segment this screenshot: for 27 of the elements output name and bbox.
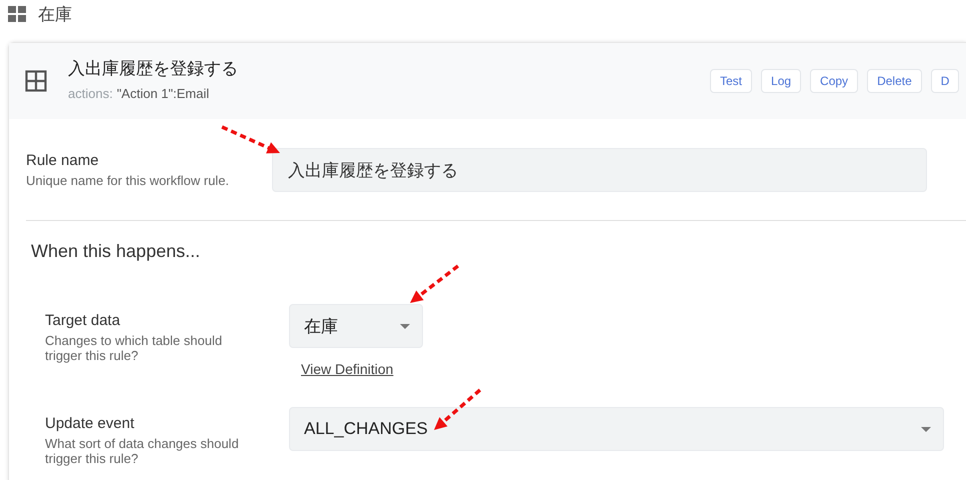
table-icon [25, 70, 47, 92]
action-button[interactable]: D [930, 69, 960, 93]
annotation-arrow [410, 264, 460, 303]
actions-value: "Action 1":Email [116, 86, 210, 101]
dropdown[interactable]: ALL_CHANGES [289, 407, 944, 451]
caret-icon [921, 426, 931, 432]
rule-title: 入出庫履歴を登録する [68, 58, 238, 80]
annotation-arrow [434, 388, 482, 430]
field-label: Rule name [26, 152, 100, 169]
field-label: Target data [45, 312, 122, 329]
action-button[interactable]: Copy [810, 69, 858, 93]
page-title: 在庫 [38, 4, 72, 26]
grid-icon [8, 5, 26, 23]
action-button[interactable]: Log [761, 69, 802, 93]
view-definition-link[interactable]: View Definition [301, 361, 394, 377]
field-hint: What sort of data changes should trigger this rule? [45, 436, 240, 466]
field-hint: Changes to which table should trigger this rule? [45, 333, 224, 363]
action-button[interactable]: Test [710, 69, 752, 93]
actions-label: actions: [68, 86, 113, 101]
field-label: Update event [45, 415, 136, 432]
annotation-arrow [221, 125, 280, 154]
field-hint: Unique name for this workflow rule. [26, 173, 230, 188]
dropdown[interactable]: 在庫 [289, 304, 423, 348]
caret-icon [400, 324, 410, 328]
section-title: When this happens... [31, 241, 202, 262]
rule-name-field[interactable]: 入出庫履歴を登録する [272, 148, 927, 192]
action-button[interactable]: Delete [867, 69, 922, 93]
